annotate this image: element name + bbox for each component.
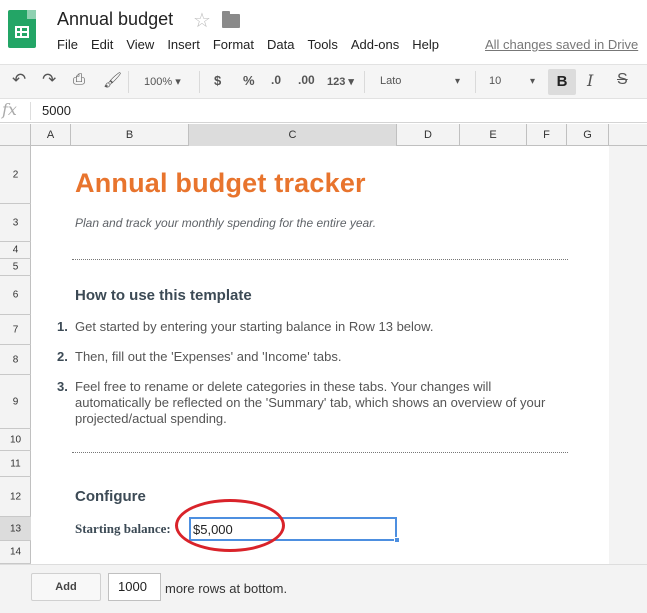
row-header-9[interactable]: 9 <box>0 375 31 429</box>
step-text: Get started by entering your starting ba… <box>75 319 434 334</box>
italic-button[interactable]: I <box>587 71 593 90</box>
step-text: Feel free to rename or delete categories… <box>75 379 546 426</box>
folder-icon[interactable] <box>222 11 240 28</box>
step-number: 3. <box>57 379 68 394</box>
menu-data[interactable]: Data <box>267 37 294 52</box>
menu-bar: File Edit View Insert Format Data Tools … <box>57 37 452 52</box>
row-header-2[interactable]: 2 <box>0 146 31 204</box>
percent-button[interactable]: % <box>243 73 255 88</box>
zoom-select[interactable]: 100% ▾ <box>144 75 181 88</box>
redo-icon[interactable]: ↷ <box>42 70 56 90</box>
column-header-g[interactable]: G <box>567 124 609 146</box>
row-header-13[interactable]: 13 <box>0 517 31 541</box>
fx-icon: fx <box>2 100 17 119</box>
bold-button[interactable]: B <box>548 69 576 95</box>
font-family-value: Lato <box>380 75 402 87</box>
row-header-10[interactable]: 10 <box>0 429 31 451</box>
star-icon[interactable]: ☆ <box>193 8 211 33</box>
step-number: 1. <box>57 319 68 334</box>
rows-label: more rows at bottom. <box>165 581 288 596</box>
row-header-bar: 2 3 4 5 6 7 8 9 10 11 12 13 14 <box>0 146 31 564</box>
column-header-bar: A B C D E F G <box>0 124 647 146</box>
font-size-value: 10 <box>489 75 502 87</box>
step-number: 2. <box>57 349 68 364</box>
select-all-corner[interactable] <box>0 124 31 146</box>
font-size-select[interactable]: 10 <box>489 75 501 87</box>
add-rows-button[interactable]: Add <box>31 573 101 601</box>
menu-view[interactable]: View <box>126 37 154 52</box>
font-size-chevron-icon[interactable]: ▾ <box>530 76 535 87</box>
add-rows-bar: Add 1000 more rows at bottom. <box>0 564 647 613</box>
save-status-link[interactable]: All changes saved in Drive <box>485 37 638 52</box>
tracker-subtitle: Plan and track your monthly spending for… <box>75 216 377 230</box>
row-header-6[interactable]: 6 <box>0 276 31 315</box>
rows-count-input[interactable]: 1000 <box>108 573 161 601</box>
row-header-7[interactable]: 7 <box>0 315 31 345</box>
menu-tools[interactable]: Tools <box>307 37 337 52</box>
decrease-decimal-button[interactable]: .0 <box>271 73 281 87</box>
zoom-value: 100% <box>144 76 173 88</box>
row-header-11[interactable]: 11 <box>0 451 31 477</box>
tracker-title: Annual budget tracker <box>75 168 366 198</box>
row-header-14[interactable]: 14 <box>0 541 31 564</box>
column-header-d[interactable]: D <box>397 124 460 146</box>
how-to-heading: How to use this template <box>75 287 252 304</box>
menu-help[interactable]: Help <box>412 37 439 52</box>
print-icon[interactable]: ⎙ <box>73 71 85 88</box>
divider <box>72 259 568 260</box>
menu-insert[interactable]: Insert <box>167 37 200 52</box>
column-header-f[interactable]: F <box>527 124 567 146</box>
configure-heading: Configure <box>75 488 146 505</box>
row-header-8[interactable]: 8 <box>0 345 31 375</box>
formula-bar: fx 5000 <box>0 99 647 123</box>
undo-icon[interactable]: ↶ <box>12 70 26 90</box>
menu-add-ons[interactable]: Add-ons <box>351 37 399 52</box>
font-family-select[interactable]: Lato <box>380 75 401 87</box>
more-formats-label: 123 <box>327 76 346 88</box>
row-header-3[interactable]: 3 <box>0 204 31 242</box>
step-text: Then, fill out the 'Expenses' and 'Incom… <box>75 349 342 364</box>
formula-input[interactable]: 5000 <box>42 103 71 118</box>
fill-handle[interactable] <box>394 537 400 543</box>
row-header-5[interactable]: 5 <box>0 259 31 276</box>
paint-format-icon[interactable]: 🖌 <box>103 71 122 89</box>
sheets-logo-icon[interactable] <box>8 10 36 48</box>
column-header-b[interactable]: B <box>71 124 189 146</box>
annotation-circle <box>175 499 285 552</box>
row-header-12[interactable]: 12 <box>0 477 31 517</box>
currency-button[interactable]: $ <box>214 73 221 88</box>
divider <box>72 452 568 453</box>
document-title[interactable]: Annual budget <box>57 9 173 30</box>
row-header-4[interactable]: 4 <box>0 242 31 259</box>
column-header-e[interactable]: E <box>460 124 527 146</box>
menu-file[interactable]: File <box>57 37 78 52</box>
font-family-chevron-icon[interactable]: ▾ <box>455 76 460 87</box>
starting-balance-label: Starting balance: <box>75 521 171 536</box>
more-formats-select[interactable]: 123 ▾ <box>327 75 354 88</box>
increase-decimal-button[interactable]: .00 <box>298 73 315 87</box>
column-header-a[interactable]: A <box>31 124 71 146</box>
column-header-c[interactable]: C <box>189 124 397 146</box>
menu-edit[interactable]: Edit <box>91 37 113 52</box>
menu-format[interactable]: Format <box>213 37 254 52</box>
toolbar: ↶ ↷ ⎙ 🖌 100% ▾ $ % .0 .00 123 ▾ Lato ▾ 1… <box>0 64 647 99</box>
strikethrough-button[interactable]: S <box>617 71 628 89</box>
